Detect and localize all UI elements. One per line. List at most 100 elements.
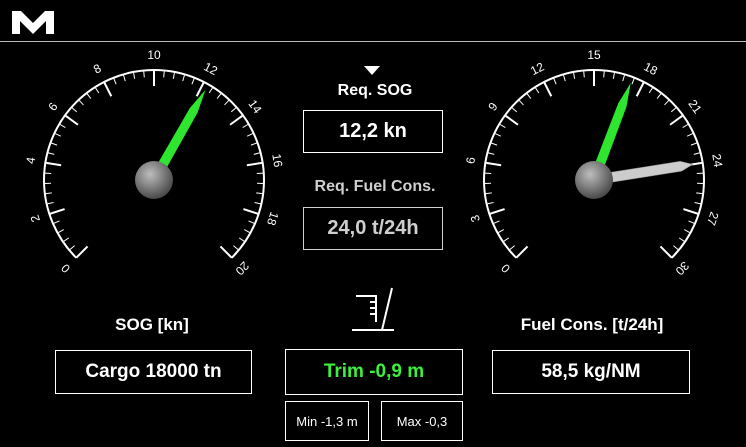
- fuel-gauge-tick-label: 24: [709, 153, 725, 169]
- fuel-gauge-tick: [504, 114, 519, 126]
- sog-gauge: 0 2 4 6 8 10 12 14 16 18 20: [23, 48, 285, 279]
- sog-gauge-tick: [243, 208, 259, 215]
- fuel-gauge-tick: [534, 86, 540, 94]
- fuel-gauge-tick-label: 18: [642, 60, 661, 79]
- sog-gauge-tick: [103, 81, 113, 97]
- fuel-gauge-tick: [694, 201, 702, 205]
- sog-gauge-tick-label: 8: [91, 61, 104, 77]
- sog-gauge-tick: [230, 106, 237, 113]
- sog-gauge-tick: [256, 192, 264, 195]
- marker-down-icon: [364, 66, 380, 75]
- sog-gauge-tick: [182, 74, 186, 82]
- fuel-gauge-tick: [622, 74, 626, 82]
- sog-gauge-tick-label: 6: [45, 100, 60, 114]
- fuel-gauge-tick: [693, 152, 701, 155]
- fuel-gauge-tick: [664, 99, 670, 106]
- sog-gauge-tick: [50, 142, 58, 146]
- sog-gauge-tick: [229, 114, 244, 126]
- req-fuel-field[interactable]: 24,0 t/24h: [303, 207, 443, 250]
- fuel-gauge-tick: [670, 106, 677, 113]
- fuel-gauge-tick: [612, 71, 616, 79]
- fuel-gauge-tick-label: 3: [467, 213, 482, 224]
- sog-gauge-tick-label: 14: [245, 97, 264, 116]
- sog-gauge-tick-label: 2: [27, 213, 42, 224]
- fuel-gauge-tick: [603, 70, 605, 78]
- sog-gauge-tick: [46, 201, 54, 205]
- fuel-gauge-tick: [485, 161, 502, 167]
- sog-gauge-tick: [254, 201, 262, 205]
- fuel-gauge-tick: [511, 106, 518, 113]
- fuel-gauge-tick: [499, 123, 506, 128]
- fuel-gauge-hub: [575, 161, 613, 199]
- fuel-gauge-tick: [487, 152, 495, 155]
- fuel-gauge-tick: [562, 74, 566, 82]
- fuel-gauge-tick: [502, 237, 510, 243]
- sog-gauge-title: SOG [kn]: [115, 315, 189, 334]
- cargo-display: Cargo 18000 tn: [55, 350, 252, 394]
- fuel-gauge-tick: [486, 201, 494, 205]
- fuel-gauge-tick: [683, 208, 699, 215]
- sog-gauge-tick: [122, 74, 126, 82]
- fuel-gauge-title: Fuel Cons. [t/24h]: [520, 315, 664, 334]
- sog-gauge-hub: [135, 161, 173, 199]
- sog-gauge-tick: [94, 86, 100, 94]
- sog-gauge-tick: [45, 161, 62, 167]
- trim-min-button[interactable]: Min -1,3 m: [285, 401, 369, 441]
- fuel-gauge-tick: [688, 220, 696, 225]
- sog-gauge-tick-label: 20: [232, 259, 252, 279]
- sog-gauge-tick: [54, 132, 62, 137]
- req-sog-field[interactable]: 12,2 kn: [303, 110, 443, 153]
- sog-gauge-tick-label: 10: [147, 48, 161, 62]
- logo-icon: [12, 11, 54, 34]
- fuel-gauge-tick-label: 30: [672, 259, 692, 279]
- fuel-gauge: 0 3 6 9 12 15 18 21 24 27 30: [463, 48, 725, 279]
- fuel-gauge-tick: [669, 114, 684, 126]
- fuel-gauge-tick: [583, 70, 585, 78]
- fuel-gauge-tick-label: 15: [587, 48, 601, 62]
- fuel-gauge-tick: [673, 245, 680, 251]
- sog-gauge-tick: [208, 86, 214, 94]
- fuel-gauge-tick: [553, 77, 557, 85]
- fuel-gauge-tick-label: 6: [463, 156, 478, 165]
- sog-gauge-tick: [78, 99, 84, 106]
- sog-gauge-tick: [253, 152, 261, 155]
- sog-gauge-tick: [244, 229, 251, 234]
- header-divider: [0, 41, 746, 42]
- fuel-gauge-tick: [696, 192, 704, 195]
- sog-gauge-tick-label: 18: [264, 210, 282, 227]
- fuel-gauge-tick: [497, 229, 504, 234]
- trim-value: Trim -0,9 m: [323, 361, 425, 382]
- trim-display: Trim -0,9 m: [285, 349, 463, 395]
- sog-gauge-tick: [238, 237, 246, 243]
- sog-gauge-tick-label: 12: [202, 60, 221, 79]
- sog-gauge-tick: [191, 77, 195, 85]
- fuel-gauge-tick: [682, 123, 689, 128]
- sog-gauge-tick: [44, 192, 52, 195]
- sog-gauge-tick: [248, 220, 256, 225]
- sog-gauge-tick: [219, 245, 233, 259]
- sog-gauge-tick: [233, 245, 240, 251]
- req-fuel-label: Req. Fuel Cons.: [314, 178, 436, 195]
- sog-gauge-tick: [113, 77, 117, 85]
- fuel-gauge-tick: [518, 99, 524, 106]
- trim-icon: [352, 287, 394, 331]
- sog-gauge-tick: [143, 70, 145, 78]
- fuel-gauge-tick: [572, 71, 576, 79]
- fuel-gauge-tick: [515, 245, 529, 259]
- fuel-gauge-tick: [489, 208, 505, 215]
- fuel-gauge-tick: [678, 237, 686, 243]
- sog-gauge-tick: [68, 245, 75, 251]
- trim-max-button[interactable]: Max -0,3: [381, 401, 463, 441]
- fuel-gauge-tick: [656, 92, 662, 99]
- fuel-gauge-tick: [631, 77, 635, 85]
- sog-gauge-tick-label: 4: [23, 156, 38, 165]
- fuel-gauge-tick: [484, 192, 492, 195]
- fuel-gauge-tick: [686, 132, 694, 137]
- sog-gauge-tick: [242, 123, 249, 128]
- fuel-gauge-tick-label: 9: [485, 100, 500, 114]
- sog-gauge-tick: [163, 70, 165, 78]
- sog-gauge-tick: [47, 152, 55, 155]
- fuel-gauge-tick: [494, 132, 502, 137]
- fuel-gauge-tick: [690, 142, 698, 146]
- req-sog-label: Req. SOG: [337, 82, 413, 99]
